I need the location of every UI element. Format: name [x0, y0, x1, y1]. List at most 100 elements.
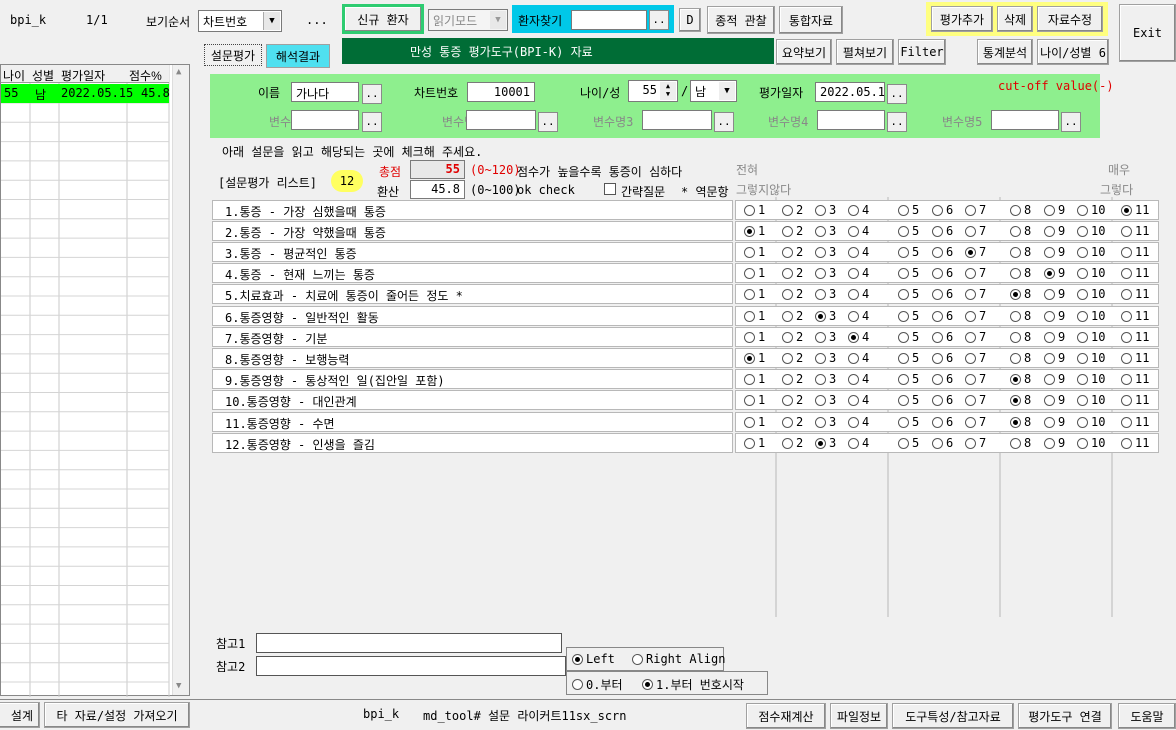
answer-option-7[interactable]: 7 — [965, 415, 986, 429]
import-settings-button[interactable]: 타 자료/설정 가져오기 — [44, 702, 190, 728]
radio-icon[interactable] — [815, 267, 826, 279]
radio-icon[interactable] — [932, 267, 943, 279]
radio-icon[interactable] — [815, 373, 826, 385]
answer-option-7[interactable]: 7 — [965, 287, 986, 301]
radio-icon[interactable] — [848, 352, 859, 364]
answer-option-8[interactable]: 8 — [1010, 287, 1031, 301]
answer-option-4[interactable]: 4 — [848, 415, 869, 429]
answer-option-5[interactable]: 5 — [898, 351, 919, 365]
radio-icon[interactable] — [848, 204, 859, 216]
radio-icon[interactable] — [815, 288, 826, 300]
answer-option-10[interactable]: 10 — [1077, 224, 1105, 238]
radio-icon[interactable] — [815, 437, 826, 449]
radio-icon[interactable] — [1044, 204, 1055, 216]
follow-up-button[interactable]: 종적 관찰 — [707, 6, 775, 34]
answer-option-10[interactable]: 10 — [1077, 266, 1105, 280]
radio-icon[interactable] — [932, 310, 943, 322]
answer-option-5[interactable]: 5 — [898, 415, 919, 429]
radio-icon[interactable] — [1077, 331, 1088, 343]
answer-option-10[interactable]: 10 — [1077, 436, 1105, 450]
answer-option-3[interactable]: 3 — [815, 393, 836, 407]
answer-option-8[interactable]: 8 — [1010, 393, 1031, 407]
answer-option-7[interactable]: 7 — [965, 203, 986, 217]
radio-icon[interactable] — [782, 310, 793, 322]
radio-icon[interactable] — [898, 352, 909, 364]
answer-option-7[interactable]: 7 — [965, 436, 986, 450]
answer-option-4[interactable]: 4 — [848, 309, 869, 323]
answer-option-6[interactable]: 6 — [932, 245, 953, 259]
file-info-button[interactable]: 파일정보 — [830, 703, 888, 729]
radio-icon[interactable] — [965, 352, 976, 364]
radio-icon[interactable] — [1044, 331, 1055, 343]
answer-option-4[interactable]: 4 — [848, 330, 869, 344]
answer-option-8[interactable]: 8 — [1010, 309, 1031, 323]
radio-icon[interactable] — [782, 246, 793, 258]
radio-icon[interactable] — [965, 310, 976, 322]
var1-dots-button[interactable]: .. — [362, 112, 382, 132]
col-date[interactable]: 평가일자 — [61, 67, 105, 84]
expand-view-button[interactable]: 펼쳐보기 — [836, 39, 894, 65]
answer-option-10[interactable]: 10 — [1077, 203, 1105, 217]
tab-analysis[interactable]: 해석결과 — [266, 44, 330, 68]
radio-icon[interactable] — [744, 394, 755, 406]
answer-option-10[interactable]: 10 — [1077, 309, 1105, 323]
answer-option-6[interactable]: 6 — [932, 330, 953, 344]
read-mode-select[interactable]: 읽기모드 ▼ — [428, 9, 508, 31]
answer-option-4[interactable]: 4 — [848, 266, 869, 280]
name-input[interactable]: 가나다 — [291, 82, 359, 102]
radio-icon[interactable] — [848, 416, 859, 428]
answer-option-7[interactable]: 7 — [965, 245, 986, 259]
answer-option-4[interactable]: 4 — [848, 245, 869, 259]
radio-icon[interactable] — [744, 373, 755, 385]
answer-option-1[interactable]: 1 — [744, 224, 765, 238]
radio-icon[interactable] — [965, 267, 976, 279]
find-patient-dots-button[interactable]: .. — [649, 10, 669, 30]
answer-option-6[interactable]: 6 — [932, 203, 953, 217]
radio-icon[interactable] — [744, 416, 755, 428]
answer-option-1[interactable]: 1 — [744, 309, 765, 323]
answer-option-11[interactable]: 11 — [1121, 415, 1149, 429]
add-eval-button[interactable]: 평가추가 — [931, 6, 993, 32]
answer-option-8[interactable]: 8 — [1010, 245, 1031, 259]
help-button[interactable]: 도움말 — [1118, 703, 1176, 729]
radio-icon[interactable] — [744, 267, 755, 279]
radio-icon[interactable] — [1077, 288, 1088, 300]
answer-option-10[interactable]: 10 — [1077, 287, 1105, 301]
radio-icon[interactable] — [1077, 204, 1088, 216]
answer-option-9[interactable]: 9 — [1044, 393, 1065, 407]
scroll-up-icon[interactable]: ▲ — [176, 67, 181, 77]
answer-option-2[interactable]: 2 — [782, 245, 803, 259]
radio-icon[interactable] — [848, 310, 859, 322]
answer-option-11[interactable]: 11 — [1121, 372, 1149, 386]
answer-option-11[interactable]: 11 — [1121, 266, 1149, 280]
radio-icon[interactable] — [1077, 437, 1088, 449]
answer-option-2[interactable]: 2 — [782, 287, 803, 301]
answer-option-9[interactable]: 9 — [1044, 415, 1065, 429]
radio-icon[interactable] — [572, 679, 583, 690]
answer-option-6[interactable]: 6 — [932, 415, 953, 429]
answer-option-3[interactable]: 3 — [815, 245, 836, 259]
radio-icon[interactable] — [744, 310, 755, 322]
radio-icon[interactable] — [1010, 416, 1021, 428]
radio-icon[interactable] — [1121, 267, 1132, 279]
radio-icon[interactable] — [848, 437, 859, 449]
radio-icon[interactable] — [782, 437, 793, 449]
radio-icon[interactable] — [815, 394, 826, 406]
radio-icon[interactable] — [1044, 373, 1055, 385]
var5-dots-button[interactable]: .. — [1061, 112, 1081, 132]
radio-icon[interactable] — [965, 437, 976, 449]
radio-icon[interactable] — [1077, 373, 1088, 385]
start-zero-option[interactable]: 0.부터 — [572, 676, 623, 693]
radio-icon[interactable] — [1077, 416, 1088, 428]
answer-option-1[interactable]: 1 — [744, 203, 765, 217]
radio-icon[interactable] — [932, 225, 943, 237]
radio-icon[interactable] — [744, 437, 755, 449]
tool-ref-button[interactable]: 도구특성/참고자료 — [892, 703, 1014, 729]
radio-icon[interactable] — [1010, 373, 1021, 385]
radio-icon[interactable] — [1010, 267, 1021, 279]
answer-option-10[interactable]: 10 — [1077, 372, 1105, 386]
radio-icon[interactable] — [848, 373, 859, 385]
radio-icon[interactable] — [1010, 310, 1021, 322]
radio-icon[interactable] — [898, 225, 909, 237]
answer-option-6[interactable]: 6 — [932, 287, 953, 301]
